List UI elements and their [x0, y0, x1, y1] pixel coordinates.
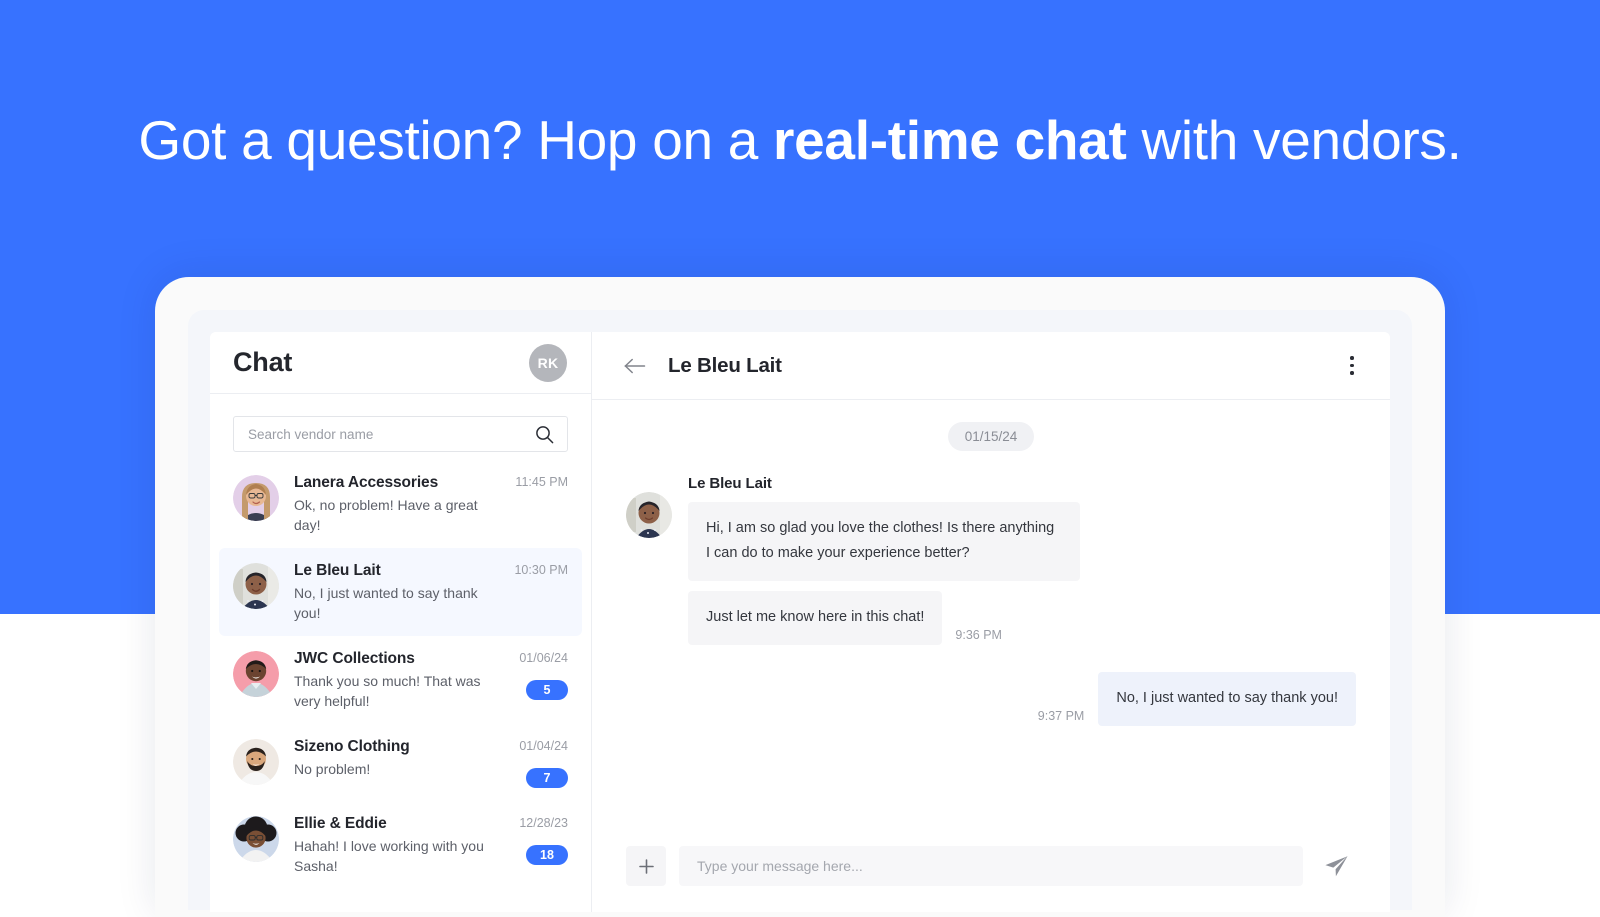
message-input-wrapper[interactable] [679, 846, 1303, 886]
unread-badge: 18 [526, 845, 568, 865]
kebab-dot-1 [1350, 356, 1354, 360]
message-timestamp: 9:36 PM [955, 628, 1002, 642]
list-item[interactable]: Ellie & Eddie Hahah! I love working with … [219, 801, 582, 889]
list-item-meta: 10:30 PM [490, 561, 568, 577]
list-item[interactable]: Lanera Accessories Ok, no problem! Have a… [219, 460, 582, 548]
list-item-name: Lanera Accessories [294, 474, 439, 491]
list-item-name: Sizeno Clothing [294, 738, 410, 755]
headline-text-emphasis: real-time chat [773, 109, 1127, 171]
list-item-preview: Thank you so much! That was very helpful… [294, 673, 481, 709]
plus-icon[interactable] [626, 846, 666, 886]
list-item-preview: Hahah! I love working with you Sasha! [294, 838, 484, 874]
list-item-meta: 12/28/23 18 [490, 814, 568, 865]
headline-text-tail: with vendors. [1126, 109, 1462, 171]
avatar [626, 492, 672, 538]
message-group-incoming: Le Bleu Lait Hi, I am so glad you love t… [626, 475, 1356, 645]
message-thread: 01/15/24 Le Bleu Lait Hi, I am so glad y… [592, 400, 1390, 836]
message-bubble: Just let me know here in this chat! [688, 591, 943, 645]
chat-application-window: Chat RK Lanera Accessories Ok, no problem… [210, 332, 1390, 912]
search-icon[interactable] [535, 425, 554, 444]
message-row: Just let me know here in this chat! 9:36… [688, 591, 1080, 645]
list-item-body: Sizeno Clothing No problem! [294, 737, 490, 779]
more-vertical-icon[interactable] [1340, 352, 1364, 380]
list-item-body: Lanera Accessories Ok, no problem! Have a… [294, 473, 490, 535]
hero-headline: Got a question? Hop on a real-time chat … [0, 95, 1600, 185]
list-item-timestamp: 12/28/23 [519, 816, 568, 830]
list-item-name: JWC Collections [294, 650, 415, 667]
avatar [233, 816, 279, 862]
avatar [233, 739, 279, 785]
list-item-name: Ellie & Eddie [294, 815, 387, 832]
chat-title: Le Bleu Lait [668, 353, 782, 377]
unread-badge: 5 [526, 680, 568, 700]
message-timestamp: 9:37 PM [1037, 709, 1085, 723]
message-bubble: No, I just wanted to say thank you! [1098, 672, 1356, 726]
page-title: Chat [233, 347, 293, 377]
list-item[interactable]: Le Bleu Lait No, I just wanted to say tha… [219, 548, 582, 636]
back-arrow-icon[interactable] [622, 353, 648, 379]
conversations-sidebar: Chat RK Lanera Accessories Ok, no problem… [210, 332, 592, 912]
unread-badge: 7 [526, 768, 568, 788]
search-input[interactable] [248, 426, 535, 442]
avatar[interactable]: RK [529, 343, 567, 382]
list-item-timestamp: 01/04/24 [519, 739, 568, 753]
avatar [233, 563, 279, 609]
list-item-meta: 11:45 PM [490, 473, 568, 489]
conversation-list[interactable]: Lanera Accessories Ok, no problem! Have a… [210, 450, 591, 912]
kebab-dot-3 [1350, 371, 1354, 375]
list-item-timestamp: 10:30 PM [514, 563, 568, 577]
list-item-name: Le Bleu Lait [294, 562, 381, 579]
list-item-preview: No problem! [294, 761, 371, 777]
message-sender-name: Le Bleu Lait [688, 475, 772, 492]
list-item-preview: No, I just wanted to say thank you! [294, 585, 478, 621]
list-item-preview: Ok, no problem! Have a great day! [294, 497, 478, 533]
message-column: Le Bleu Lait Hi, I am so glad you love t… [688, 475, 1080, 645]
avatar [233, 651, 279, 697]
list-item-body: Ellie & Eddie Hahah! I love working with … [294, 814, 490, 876]
kebab-dot-2 [1350, 363, 1354, 368]
search-box[interactable] [233, 416, 568, 452]
list-item-meta: 01/04/24 7 [490, 737, 568, 788]
message-bubble: Hi, I am so glad you love the clothes! I… [688, 502, 1080, 581]
date-chip-label: 01/15/24 [947, 422, 1035, 451]
list-item[interactable]: JWC Collections Thank you so much! That w… [219, 636, 582, 724]
list-item-timestamp: 01/06/24 [519, 651, 568, 665]
list-item[interactable]: Sizeno Clothing No problem! 01/04/24 7 [219, 724, 582, 801]
message-row: Hi, I am so glad you love the clothes! I… [688, 502, 1080, 581]
chat-panel: Le Bleu Lait 01/15/24 Le Bleu Lait Hi, I… [592, 332, 1390, 912]
list-item-body: JWC Collections Thank you so much! That w… [294, 649, 490, 711]
message-composer [592, 836, 1390, 912]
list-item-timestamp: 11:45 PM [515, 475, 568, 489]
send-icon[interactable] [1316, 846, 1356, 886]
message-group-outgoing: 9:37 PM No, I just wanted to say thank y… [626, 672, 1356, 726]
list-item-meta: 01/06/24 5 [490, 649, 568, 700]
chat-header: Le Bleu Lait [592, 332, 1390, 400]
message-input[interactable] [697, 858, 1285, 874]
date-divider: 01/15/24 [626, 422, 1356, 451]
avatar [233, 475, 279, 521]
sidebar-header: Chat RK [210, 332, 591, 394]
list-item-body: Le Bleu Lait No, I just wanted to say tha… [294, 561, 490, 623]
headline-text-lead: Got a question? Hop on a [138, 109, 774, 171]
